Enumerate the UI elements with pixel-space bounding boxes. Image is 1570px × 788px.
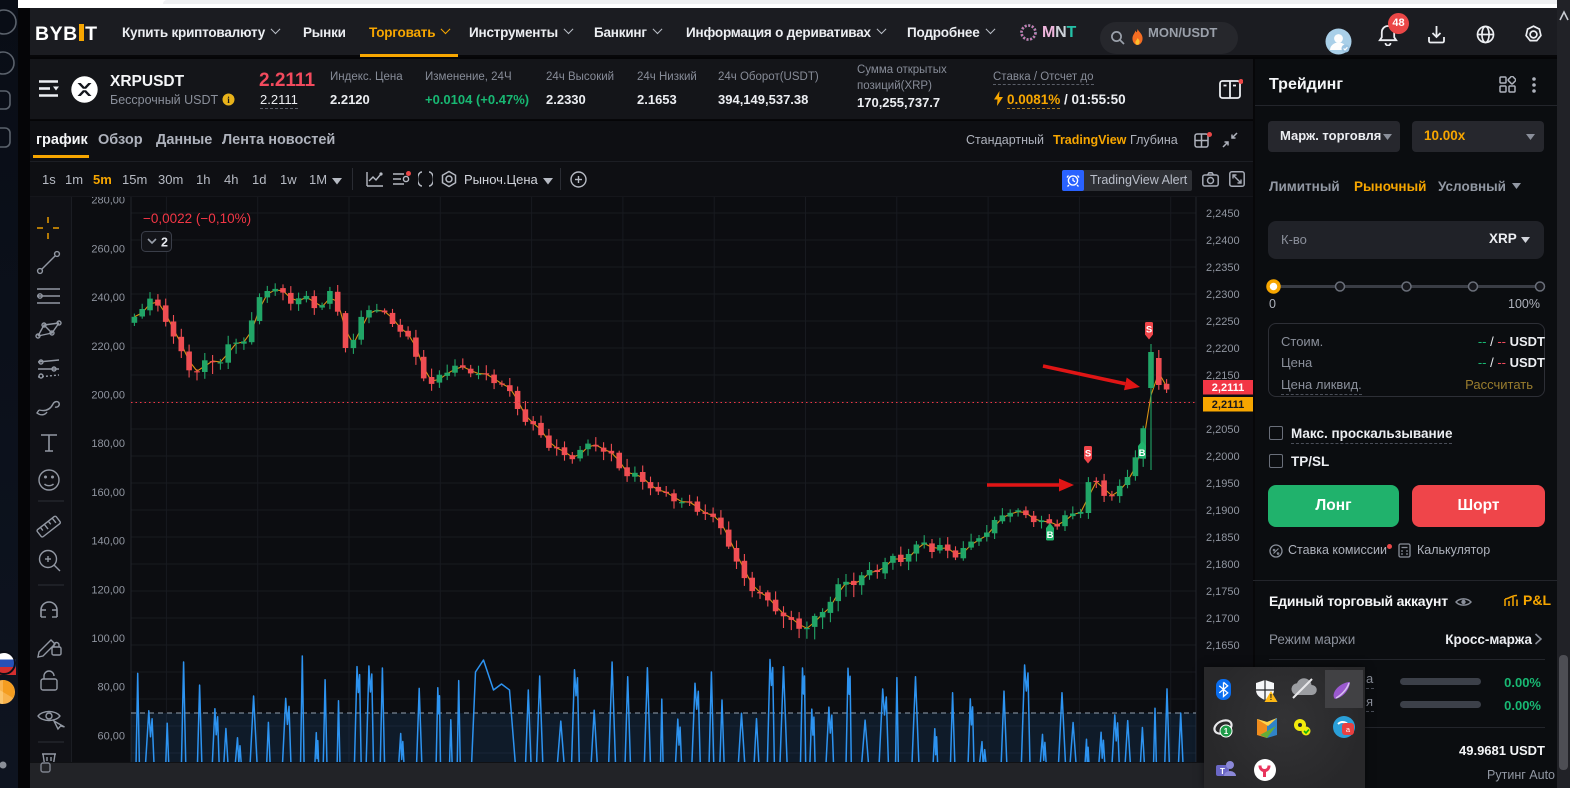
svg-text:2,1950: 2,1950 [1206,478,1240,490]
svg-text:2,2000: 2,2000 [1206,451,1240,463]
svg-text:2,2300: 2,2300 [1206,289,1240,301]
svg-text:2,2400: 2,2400 [1206,235,1240,247]
svg-text:B: B [1047,530,1054,541]
svg-text:60,00: 60,00 [97,730,125,742]
svg-text:240,00: 240,00 [91,292,125,304]
svg-text:2,1700: 2,1700 [1206,613,1240,625]
svg-text:2,1750: 2,1750 [1206,586,1240,598]
svg-text:180,00: 180,00 [91,438,125,450]
svg-text:2,2350: 2,2350 [1206,262,1240,274]
svg-text:2,2250: 2,2250 [1206,316,1240,328]
svg-text:2,1850: 2,1850 [1206,532,1240,544]
svg-text:220,00: 220,00 [91,341,125,353]
svg-text:2,2111: 2,2111 [1212,382,1244,394]
svg-text:100,00: 100,00 [91,633,125,645]
svg-text:−0,0022 (−0,10%): −0,0022 (−0,10%) [143,211,251,226]
svg-text:140,00: 140,00 [91,536,125,548]
svg-text:200,00: 200,00 [91,390,125,402]
svg-text:2,1900: 2,1900 [1206,505,1240,517]
svg-text:S: S [1085,449,1091,460]
svg-text:2,1650: 2,1650 [1206,640,1240,652]
svg-text:!: ! [1270,693,1273,702]
svg-text:280,00: 280,00 [91,195,125,207]
svg-text:B: B [1139,448,1146,459]
svg-text:160,00: 160,00 [91,487,125,499]
svg-text:2: 2 [161,236,168,250]
svg-text:80,00: 80,00 [97,682,125,694]
svg-text:2,2111: 2,2111 [1212,399,1244,411]
svg-text:1: 1 [1224,727,1229,736]
svg-text:120,00: 120,00 [91,584,125,596]
svg-text:2,2050: 2,2050 [1206,424,1240,436]
svg-text:2,1800: 2,1800 [1206,559,1240,571]
svg-text:260,00: 260,00 [91,243,125,255]
svg-text:2,2450: 2,2450 [1206,208,1240,220]
svg-text:S: S [1146,325,1152,336]
svg-text:2,2200: 2,2200 [1206,343,1240,355]
